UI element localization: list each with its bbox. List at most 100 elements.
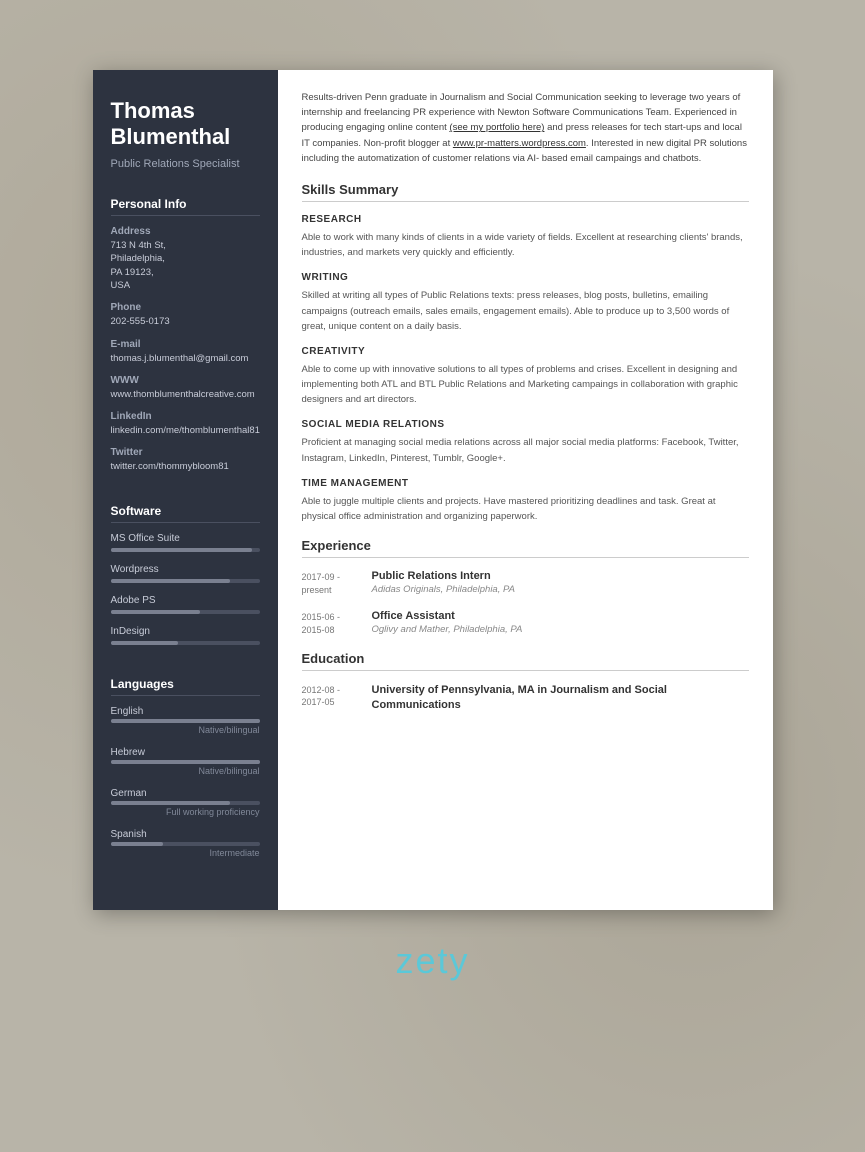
skill-header: SOCIAL MEDIA RELATIONS [302, 419, 749, 430]
sidebar: Thomas Blumenthal Public Relations Speci… [93, 70, 278, 910]
twitter-label: Twitter [111, 447, 260, 458]
exp-title: Office Assistant [372, 610, 749, 622]
education-title: Education [302, 651, 749, 671]
linkedin-value: linkedin.com/me/thomblumenthal81 [111, 424, 260, 437]
language-bar-bg [111, 760, 260, 764]
language-bar-bg [111, 801, 260, 805]
software-bar-fill [111, 641, 178, 645]
skill-desc: Able to come up with innovative solution… [302, 362, 749, 408]
software-section: Software MS Office Suite Wordpress Adobe… [93, 494, 278, 667]
language-bar-fill [111, 842, 163, 846]
resume-page: Thomas Blumenthal Public Relations Speci… [93, 70, 773, 910]
language-level: Native/bilingual [111, 725, 260, 735]
www-label: WWW [111, 375, 260, 386]
edu-details: University of Pennsylvania, MA in Journa… [372, 683, 749, 714]
language-bar-fill [111, 801, 230, 805]
software-bar-bg [111, 641, 260, 645]
blog-link[interactable]: www.pr-matters.wordpress.com [453, 138, 586, 149]
exp-details: Office Assistant Oglivy and Mather, Phil… [372, 610, 749, 636]
phone-value: 202-555-0173 [111, 315, 260, 328]
skills-container: RESEARCH Able to work with many kinds of… [302, 214, 749, 524]
language-item: English Native/bilingual [111, 706, 260, 735]
languages-section: Languages English Native/bilingual Hebre… [93, 667, 278, 880]
skill-header: WRITING [302, 272, 749, 283]
experience-title: Experience [302, 538, 749, 558]
experience-container: 2017-09 -present Public Relations Intern… [302, 570, 749, 636]
skill-subsection: SOCIAL MEDIA RELATIONS Proficient at man… [302, 419, 749, 465]
skill-subsection: RESEARCH Able to work with many kinds of… [302, 214, 749, 260]
software-items: MS Office Suite Wordpress Adobe PS InDes… [111, 533, 260, 645]
sidebar-header: Thomas Blumenthal Public Relations Speci… [93, 70, 278, 187]
zety-logo: zety [395, 940, 469, 982]
exp-date: 2015-06 -2015-08 [302, 610, 372, 636]
main-content: Results-driven Penn graduate in Journali… [278, 70, 773, 910]
languages-label: Languages [111, 677, 260, 696]
email-label: E-mail [111, 339, 260, 350]
language-name: Spanish [111, 829, 260, 840]
skills-summary-title: Skills Summary [302, 182, 749, 202]
linkedin-item: LinkedIn linkedin.com/me/thomblumenthal8… [111, 411, 260, 437]
address-label: Address [111, 226, 260, 237]
twitter-item: Twitter twitter.com/thommybloom81 [111, 447, 260, 473]
education-item: 2012-08 -2017-05 University of Pennsylva… [302, 683, 749, 714]
summary-text: Results-driven Penn graduate in Journali… [302, 90, 749, 166]
twitter-value: twitter.com/thommybloom81 [111, 460, 260, 473]
exp-details: Public Relations Intern Adidas Originals… [372, 570, 749, 596]
candidate-title: Public Relations Specialist [111, 157, 260, 171]
skill-subsection: WRITING Skilled at writing all types of … [302, 272, 749, 334]
software-bar-bg [111, 610, 260, 614]
software-name: MS Office Suite [111, 533, 260, 544]
experience-item: 2015-06 -2015-08 Office Assistant Oglivy… [302, 610, 749, 636]
software-bar-fill [111, 579, 230, 583]
skill-subsection: CREATIVITY Able to come up with innovati… [302, 346, 749, 408]
language-bar-bg [111, 719, 260, 723]
software-label: Software [111, 504, 260, 523]
phone-item: Phone 202-555-0173 [111, 302, 260, 328]
www-item: WWW www.thomblumenthalcreative.com [111, 375, 260, 401]
language-level: Full working proficiency [111, 807, 260, 817]
skill-subsection: TIME MANAGEMENT Able to juggle multiple … [302, 478, 749, 524]
edu-degree: University of Pennsylvania, MA in Journa… [372, 683, 749, 714]
candidate-name: Thomas Blumenthal [111, 98, 260, 151]
software-name: Adobe PS [111, 595, 260, 606]
software-name: InDesign [111, 626, 260, 637]
language-bar-fill [111, 719, 260, 723]
language-item: German Full working proficiency [111, 788, 260, 817]
personal-info-label: Personal Info [111, 197, 260, 216]
language-name: German [111, 788, 260, 799]
skill-header: CREATIVITY [302, 346, 749, 357]
email-item: E-mail thomas.j.blumenthal@gmail.com [111, 339, 260, 365]
exp-title: Public Relations Intern [372, 570, 749, 582]
software-bar-fill [111, 610, 200, 614]
language-item: Hebrew Native/bilingual [111, 747, 260, 776]
personal-info-section: Personal Info Address 713 N 4th St,Phila… [93, 187, 278, 494]
software-bar-bg [111, 548, 260, 552]
language-level: Intermediate [111, 848, 260, 858]
language-items: English Native/bilingual Hebrew Native/b… [111, 706, 260, 858]
software-item: InDesign [111, 626, 260, 645]
language-level: Native/bilingual [111, 766, 260, 776]
software-bar-bg [111, 579, 260, 583]
portfolio-link[interactable]: (see my portfolio here) [449, 122, 544, 133]
skill-desc: Skilled at writing all types of Public R… [302, 288, 749, 334]
www-value: www.thomblumenthalcreative.com [111, 388, 260, 401]
experience-item: 2017-09 -present Public Relations Intern… [302, 570, 749, 596]
skill-header: RESEARCH [302, 214, 749, 225]
skill-desc: Proficient at managing social media rela… [302, 435, 749, 465]
exp-company: Oglivy and Mather, Philadelphia, PA [372, 624, 749, 635]
skill-desc: Able to work with many kinds of clients … [302, 230, 749, 260]
address-item: Address 713 N 4th St,Philadelphia,PA 191… [111, 226, 260, 292]
software-item: Adobe PS [111, 595, 260, 614]
language-name: English [111, 706, 260, 717]
email-value: thomas.j.blumenthal@gmail.com [111, 352, 260, 365]
edu-date: 2012-08 -2017-05 [302, 683, 372, 714]
software-bar-fill [111, 548, 253, 552]
education-container: 2012-08 -2017-05 University of Pennsylva… [302, 683, 749, 714]
linkedin-label: LinkedIn [111, 411, 260, 422]
language-bar-fill [111, 760, 260, 764]
software-name: Wordpress [111, 564, 260, 575]
skill-header: TIME MANAGEMENT [302, 478, 749, 489]
software-item: MS Office Suite [111, 533, 260, 552]
language-name: Hebrew [111, 747, 260, 758]
software-item: Wordpress [111, 564, 260, 583]
